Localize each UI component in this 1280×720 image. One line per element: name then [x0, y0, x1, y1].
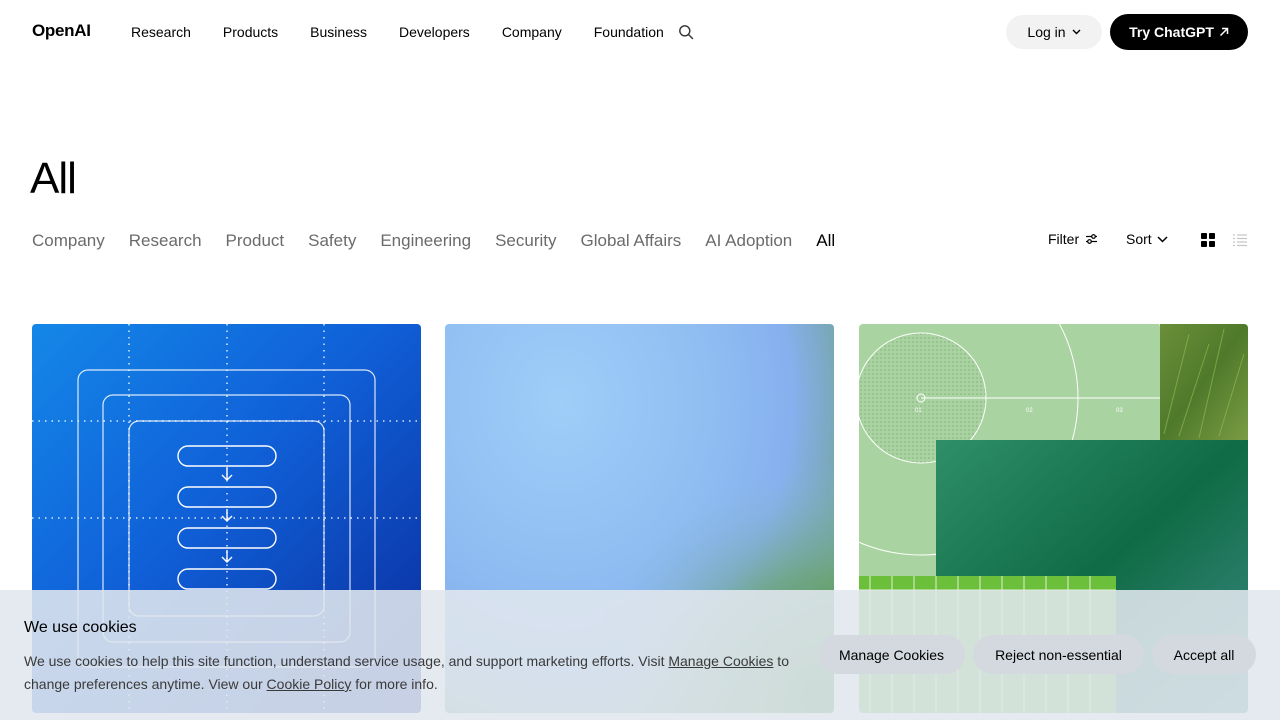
try-chatgpt-button[interactable]: Try ChatGPT: [1110, 14, 1248, 50]
manage-cookies-link[interactable]: Manage Cookies: [668, 653, 773, 669]
sort-label: Sort: [1126, 231, 1152, 247]
tab-all[interactable]: All: [816, 230, 835, 252]
cookie-text-1: We use cookies to help this site functio…: [24, 653, 669, 669]
nav-developers[interactable]: Developers: [399, 24, 470, 40]
search-icon[interactable]: [678, 24, 694, 40]
cookie-text-3: for more info.: [351, 676, 438, 692]
tab-security[interactable]: Security: [495, 230, 556, 252]
tab-research[interactable]: Research: [129, 230, 202, 252]
accept-all-button[interactable]: Accept all: [1152, 635, 1256, 674]
tab-ai-adoption[interactable]: AI Adoption: [705, 230, 792, 252]
tab-product[interactable]: Product: [226, 230, 285, 252]
nav-research[interactable]: Research: [131, 24, 191, 40]
login-button[interactable]: Log in: [1006, 15, 1102, 49]
manage-cookies-button[interactable]: Manage Cookies: [818, 635, 965, 674]
tab-company[interactable]: Company: [32, 230, 105, 252]
tab-engineering[interactable]: Engineering: [380, 230, 471, 252]
filter-button[interactable]: Filter: [1048, 231, 1098, 247]
chevron-down-icon: [1157, 235, 1168, 243]
nav-company[interactable]: Company: [502, 24, 562, 40]
tab-safety[interactable]: Safety: [308, 230, 356, 252]
openai-logo[interactable]: OpenAI: [32, 21, 91, 41]
site-header: OpenAI Research Products Business Develo…: [0, 0, 1280, 64]
sliders-icon: [1086, 234, 1098, 244]
grid-view-icon[interactable]: [1200, 232, 1216, 248]
login-label: Log in: [1027, 24, 1066, 40]
card-3-label-03: 03: [1116, 408, 1123, 414]
tab-global-affairs[interactable]: Global Affairs: [581, 230, 682, 252]
cookie-banner: We use cookies We use cookies to help th…: [0, 590, 1280, 720]
card-3-label-01: 01: [915, 408, 922, 414]
sort-button[interactable]: Sort: [1126, 231, 1168, 247]
cookie-description: We use cookies to help this site functio…: [24, 650, 804, 696]
reject-non-essential-button[interactable]: Reject non-essential: [973, 635, 1144, 674]
nav-products[interactable]: Products: [223, 24, 278, 40]
cookie-title: We use cookies: [24, 619, 137, 636]
nav-business[interactable]: Business: [310, 24, 367, 40]
filter-label: Filter: [1048, 231, 1080, 247]
arrow-up-right-icon: [1219, 27, 1229, 37]
try-chatgpt-label: Try ChatGPT: [1129, 24, 1214, 40]
chevron-down-icon: [1072, 29, 1081, 35]
list-view-icon[interactable]: [1232, 232, 1248, 248]
nav-foundation[interactable]: Foundation: [594, 24, 664, 40]
card-3-label-02: 02: [1026, 408, 1033, 414]
cookie-policy-link[interactable]: Cookie Policy: [267, 676, 352, 692]
category-tabs: Company Research Product Safety Engineer…: [32, 230, 859, 252]
page-title: All: [30, 154, 77, 203]
main-nav: Research Products Business Developers Co…: [131, 24, 696, 40]
